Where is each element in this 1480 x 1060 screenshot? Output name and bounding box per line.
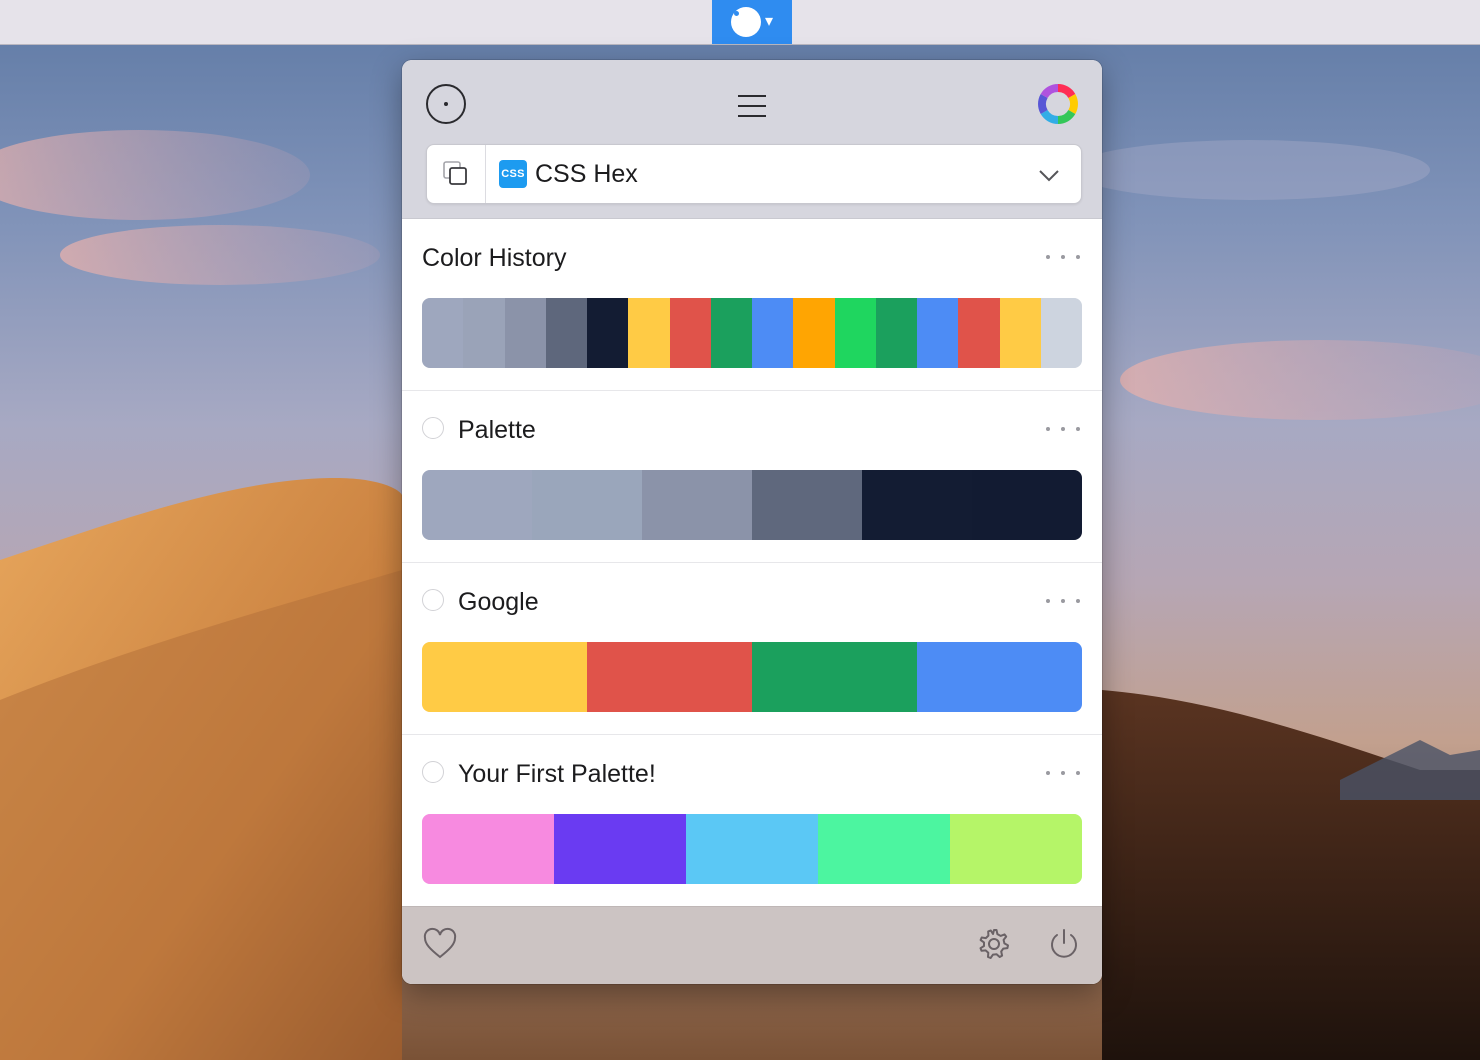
palette-title: Color History: [422, 244, 567, 272]
settings-button[interactable]: [974, 924, 1014, 964]
menubar: ▾: [0, 0, 1480, 45]
palette-section-palette[interactable]: Palette: [402, 391, 1102, 563]
palette-title: Google: [458, 588, 539, 616]
favorite-button[interactable]: [420, 924, 460, 964]
color-swatch[interactable]: [463, 298, 505, 368]
popover-header: CSS CSS Hex: [402, 60, 1102, 219]
menu-button[interactable]: [730, 84, 774, 128]
color-swatch[interactable]: [587, 298, 629, 368]
color-wheel-icon: [1038, 84, 1078, 124]
color-swatch[interactable]: [1040, 298, 1082, 368]
color-swatch[interactable]: [834, 298, 876, 368]
color-swatch[interactable]: [818, 814, 950, 884]
color-swatch[interactable]: [958, 298, 1000, 368]
swatch-strip: [422, 814, 1082, 884]
color-swatch[interactable]: [917, 298, 959, 368]
color-wheel-button[interactable]: [1036, 82, 1080, 126]
palette-title: Palette: [458, 416, 536, 444]
swatch-strip: [422, 470, 1082, 540]
dot-icon: [1046, 771, 1050, 775]
swatch-strip: [422, 298, 1082, 368]
color-swatch[interactable]: [686, 814, 818, 884]
swatch-strip: [422, 642, 1082, 712]
color-swatch[interactable]: [972, 470, 1082, 540]
popover-footer: [402, 906, 1102, 984]
color-swatch[interactable]: [532, 470, 642, 540]
dot-icon: [1061, 427, 1065, 431]
dot-icon: [1061, 255, 1065, 259]
dot-icon: [1061, 771, 1065, 775]
color-swatch[interactable]: [422, 298, 464, 368]
dot-icon: [1046, 427, 1050, 431]
color-swatch[interactable]: [642, 470, 752, 540]
quit-button[interactable]: [1044, 924, 1084, 964]
gear-icon: [979, 929, 1009, 959]
palettes-list: Color History Palette Google Your First …: [402, 219, 1102, 905]
color-swatch[interactable]: [752, 642, 917, 712]
dot-icon: [1076, 427, 1080, 431]
color-swatch[interactable]: [422, 814, 554, 884]
eyedropper-button[interactable]: [424, 82, 468, 126]
palette-radio-button[interactable]: [422, 761, 444, 783]
color-swatch[interactable]: [710, 298, 752, 368]
chevron-down-icon[interactable]: [1035, 161, 1063, 189]
copy-button[interactable]: [427, 145, 486, 203]
more-options-button[interactable]: [1046, 765, 1080, 781]
color-swatch[interactable]: [554, 814, 686, 884]
color-swatch[interactable]: [669, 298, 711, 368]
more-options-button[interactable]: [1046, 421, 1080, 437]
palette-radio-button[interactable]: [422, 417, 444, 439]
hamburger-icon: [738, 95, 766, 117]
dot-icon: [1076, 255, 1080, 259]
heart-icon: [423, 927, 457, 959]
color-swatch[interactable]: [999, 298, 1041, 368]
more-options-button[interactable]: [1046, 249, 1080, 265]
color-picker-blob-icon: [730, 7, 761, 37]
color-swatch[interactable]: [422, 470, 532, 540]
color-swatch[interactable]: [422, 642, 587, 712]
caret-down-icon: ▾: [764, 13, 774, 30]
palette-title: Your First Palette!: [458, 760, 656, 788]
dot-icon: [1046, 599, 1050, 603]
color-swatch[interactable]: [545, 298, 587, 368]
color-format-selector[interactable]: CSS CSS Hex: [426, 144, 1082, 204]
power-icon: [1051, 929, 1077, 958]
palette-section-your-first-palette[interactable]: Your First Palette!: [402, 735, 1102, 906]
dot-icon: [1061, 599, 1065, 603]
color-swatch[interactable]: [917, 642, 1082, 712]
dot-icon: [1046, 255, 1050, 259]
color-swatch[interactable]: [504, 298, 546, 368]
color-swatch[interactable]: [752, 470, 862, 540]
menubar-app-button[interactable]: ▾: [712, 0, 792, 44]
dot-icon: [1076, 771, 1080, 775]
palette-radio-button[interactable]: [422, 589, 444, 611]
css-format-badge: CSS: [499, 160, 527, 188]
color-swatch[interactable]: [875, 298, 917, 368]
palette-section-google[interactable]: Google: [402, 563, 1102, 735]
copy-icon: [443, 161, 467, 185]
eyedropper-target-icon: [426, 84, 466, 124]
color-picker-popover: CSS CSS Hex Color History Palette Google…: [402, 60, 1102, 984]
format-label: CSS Hex: [535, 160, 638, 188]
color-swatch[interactable]: [950, 814, 1082, 884]
color-swatch[interactable]: [793, 298, 835, 368]
more-options-button[interactable]: [1046, 593, 1080, 609]
color-swatch[interactable]: [628, 298, 670, 368]
color-swatch[interactable]: [862, 470, 972, 540]
color-swatch[interactable]: [752, 298, 794, 368]
dot-icon: [1076, 599, 1080, 603]
color-swatch[interactable]: [587, 642, 752, 712]
palette-section-color-history[interactable]: Color History: [402, 219, 1102, 391]
